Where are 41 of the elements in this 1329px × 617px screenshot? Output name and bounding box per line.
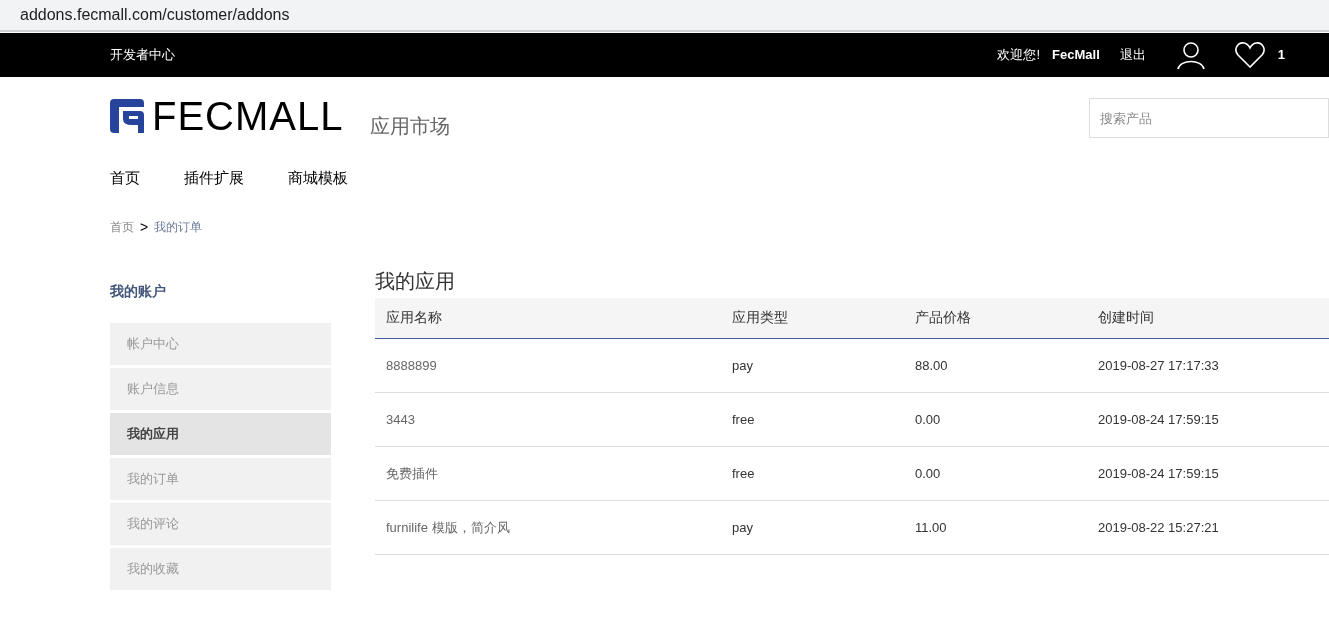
table-cell: 2019-08-22 15:27:21: [1087, 500, 1329, 555]
search-field[interactable]: 搜索产品: [1089, 98, 1329, 138]
table-cell: 免费插件: [375, 446, 721, 501]
nav-link[interactable]: 商城模板: [288, 167, 348, 190]
welcome-text: 欢迎您!: [997, 46, 1041, 65]
table-cell: furnilife 模版，简介风: [375, 500, 721, 555]
heart-icon[interactable]: [1233, 41, 1266, 69]
nav-link[interactable]: 插件扩展: [184, 167, 244, 190]
column-header: 产品价格: [904, 297, 1087, 339]
table-cell: free: [721, 392, 904, 447]
sidebar-title: 我的账户: [110, 281, 167, 301]
user-icon[interactable]: [1175, 40, 1206, 70]
address-bar-url[interactable]: addons.fecmall.com/customer/addons: [20, 3, 290, 27]
table-cell: free: [721, 446, 904, 501]
table-cell: 88.00: [904, 338, 1087, 393]
wishlist-count: 1: [1277, 46, 1285, 65]
breadcrumb-separator: >: [140, 217, 149, 237]
username-link[interactable]: FecMall: [1052, 45, 1100, 65]
breadcrumb-link[interactable]: 我的订单: [154, 218, 203, 236]
column-header: 创建时间: [1087, 297, 1329, 339]
logout-link[interactable]: 退出: [1119, 45, 1146, 65]
table-cell: 2019-08-27 17:17:33: [1087, 338, 1329, 393]
table-cell: pay: [721, 338, 904, 393]
sidebar-item[interactable]: 我的应用: [110, 412, 331, 455]
table-cell: 8888899: [375, 338, 721, 393]
site-subtitle: 应用市场: [369, 114, 450, 139]
table-cell: 3443: [375, 392, 721, 447]
logo-mark-icon: [110, 99, 144, 133]
breadcrumb-link[interactable]: 首页: [110, 218, 134, 236]
table-cell: 2019-08-24 17:59:15: [1087, 446, 1329, 501]
nav-link[interactable]: 首页: [110, 167, 140, 190]
developer-center-link[interactable]: 开发者中心: [110, 45, 175, 65]
column-header: 应用类型: [721, 297, 904, 339]
table-cell: pay: [721, 500, 904, 555]
table-cell: 0.00: [904, 392, 1087, 447]
fecmall-logo[interactable]: FECMALL: [110, 99, 344, 133]
table-cell: 0.00: [904, 446, 1087, 501]
table-cell: 2019-08-24 17:59:15: [1087, 392, 1329, 447]
column-header: 应用名称: [375, 297, 721, 339]
section-title: 我的应用: [375, 268, 456, 292]
table-cell: 11.00: [904, 500, 1087, 555]
